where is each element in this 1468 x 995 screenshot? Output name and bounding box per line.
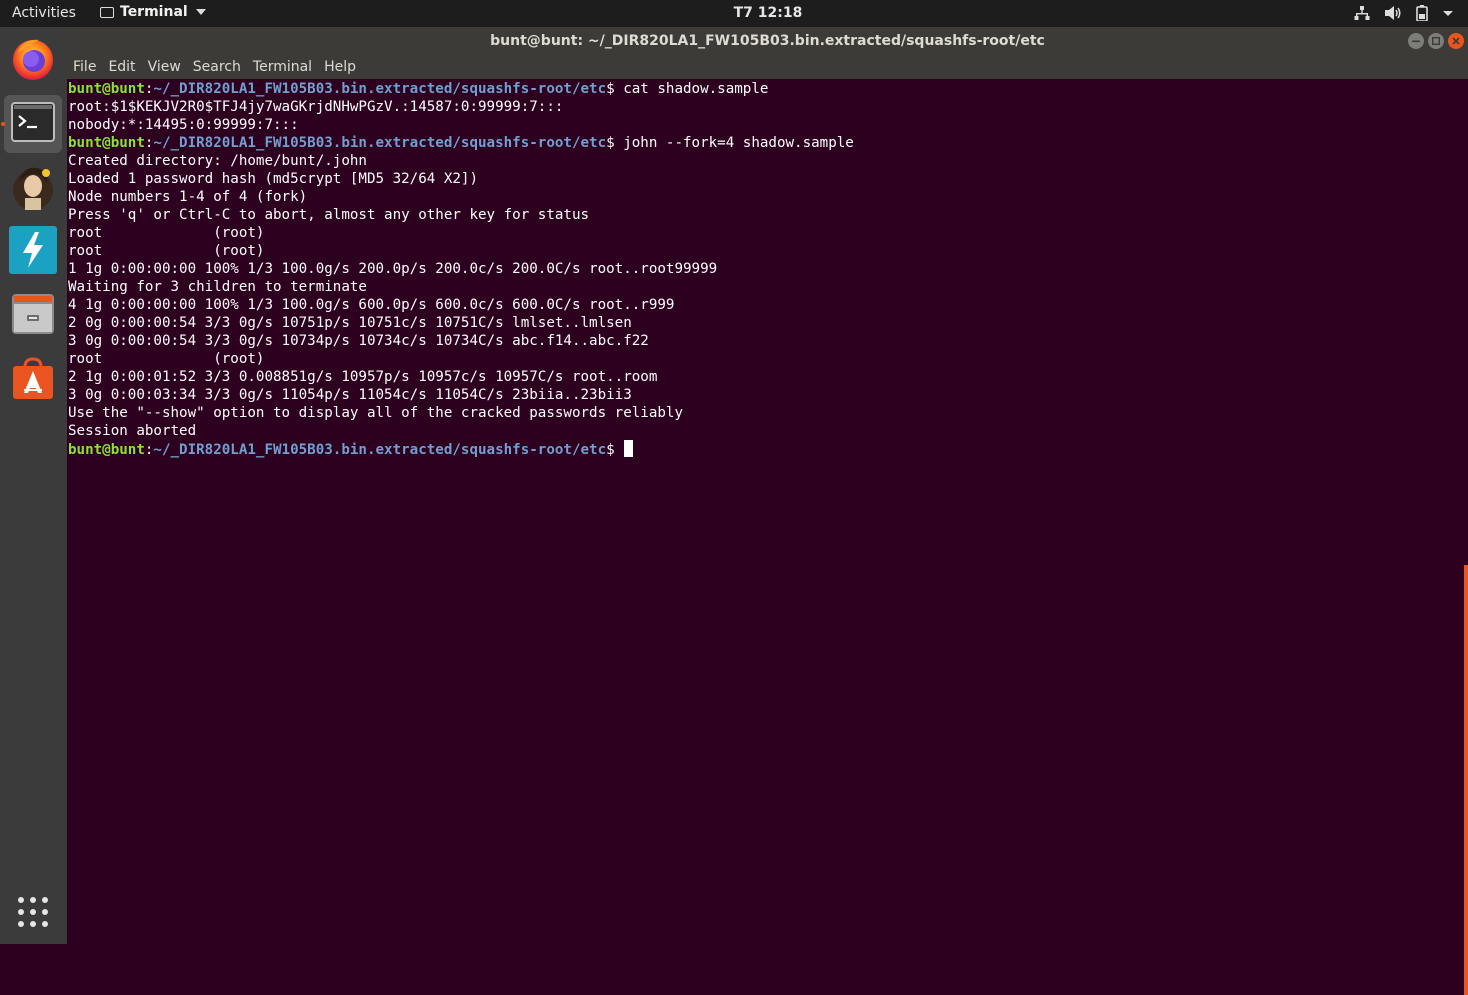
terminal-cursor [624,440,634,457]
menu-search[interactable]: Search [187,55,247,79]
prompt-symbol: $ [606,135,615,151]
maximize-icon [1432,37,1440,45]
terminal-output: bunt@bunt:~/_DIR820LA1_FW105B03.bin.extr… [68,80,854,458]
dock-item-firefox[interactable] [4,31,62,89]
files-icon [10,291,56,341]
prompt-user-host: bunt@bunt [68,135,145,151]
terminal-output-line: 2 0g 0:00:00:54 3/3 0g/s 10751p/s 10751c… [68,315,632,331]
command-text: cat shadow.sample [614,81,769,97]
command-text [615,442,624,458]
dock-item-terminal[interactable] [1,95,62,153]
clock[interactable]: T7 12:18 [0,5,1468,21]
window-title: bunt@bunt: ~/_DIR820LA1_FW105B03.bin.ext… [490,33,1045,49]
terminal-output-line: root (root) [68,351,265,367]
terminal-prompt-line: bunt@bunt:~/_DIR820LA1_FW105B03.bin.extr… [68,440,854,458]
user-avatar-app-icon [9,162,57,214]
terminal-output-line: 4 1g 0:00:00:00 100% 1/3 100.0g/s 600.0p… [68,297,675,313]
minimize-icon [1412,40,1420,43]
terminal-scrollbar[interactable] [1464,565,1468,995]
prompt-symbol: $ [606,442,615,458]
dock [0,27,67,944]
terminal-output-line: Session aborted [68,423,197,439]
menu-help[interactable]: Help [318,55,362,79]
software-store-icon [10,355,56,405]
terminal-output-line: 2 1g 0:00:01:52 3/3 0.008851g/s 10957p/s… [68,369,658,385]
dock-item-bolt-app[interactable] [4,223,62,281]
running-indicator [1,122,5,126]
firefox-icon [9,34,57,86]
maximize-button[interactable] [1428,33,1444,49]
system-tray[interactable] [1354,5,1454,21]
terminal-icon [11,102,55,146]
top-bar: Activities Terminal T7 12:18 [0,0,1468,27]
terminal-output-line: Waiting for 3 children to terminate [68,279,367,295]
command-text: john --fork=4 shadow.sample [614,135,854,151]
terminal-output-line: Loaded 1 password hash (md5crypt [MD5 32… [68,171,478,187]
terminal-output-line: root (root) [68,225,265,241]
network-icon[interactable] [1354,5,1370,21]
menu-terminal[interactable]: Terminal [247,55,318,79]
terminal-prompt-line: bunt@bunt:~/_DIR820LA1_FW105B03.bin.extr… [68,134,854,152]
close-button[interactable] [1448,33,1464,49]
volume-icon[interactable] [1384,5,1402,21]
window-titlebar[interactable]: bunt@bunt: ~/_DIR820LA1_FW105B03.bin.ext… [67,27,1468,55]
dock-item-files[interactable] [4,287,62,345]
show-applications-button[interactable] [16,895,50,929]
terminal-output-line: 3 0g 0:00:00:54 3/3 0g/s 10734p/s 10734c… [68,333,649,349]
dock-item-user-app[interactable] [4,159,62,217]
menu-view[interactable]: View [142,55,187,79]
prompt-user-host: bunt@bunt [68,442,145,458]
dock-item-software[interactable] [4,351,62,409]
terminal-output-line: Press 'q' or Ctrl-C to abort, almost any… [68,207,590,223]
system-menu-caret-icon[interactable] [1442,5,1454,21]
terminal-area[interactable]: bunt@bunt:~/_DIR820LA1_FW105B03.bin.extr… [67,79,1468,995]
window-controls [1408,33,1464,49]
prompt-cwd: ~/_DIR820LA1_FW105B03.bin.extracted/squa… [153,135,607,151]
menu-bar: File Edit View Search Terminal Help [67,55,1468,79]
battery-icon[interactable] [1416,5,1428,21]
terminal-window: bunt@bunt: ~/_DIR820LA1_FW105B03.bin.ext… [67,27,1468,995]
terminal-output-line: root (root) [68,243,265,259]
prompt-cwd: ~/_DIR820LA1_FW105B03.bin.extracted/squa… [153,442,607,458]
terminal-prompt-line: bunt@bunt:~/_DIR820LA1_FW105B03.bin.extr… [68,80,854,98]
terminal-output-line: 1 1g 0:00:00:00 100% 1/3 100.0g/s 200.0p… [68,261,718,277]
bolt-app-icon [9,226,57,278]
terminal-output-line: Node numbers 1-4 of 4 (fork) [68,189,308,205]
prompt-cwd: ~/_DIR820LA1_FW105B03.bin.extracted/squa… [153,81,607,97]
terminal-output-line: Created directory: /home/bunt/.john [68,153,367,169]
terminal-output-line: root:$1$KEKJV2R0$TFJ4jy7waGKrjdNHwPGzV.:… [68,99,564,115]
show-applications-icon [16,897,50,933]
menu-edit[interactable]: Edit [102,55,141,79]
terminal-output-line: 3 0g 0:00:03:34 3/3 0g/s 11054p/s 11054c… [68,387,632,403]
close-icon [1452,37,1460,45]
menu-file[interactable]: File [67,55,102,79]
minimize-button[interactable] [1408,33,1424,49]
terminal-output-line: Use the "--show" option to display all o… [68,405,683,421]
prompt-symbol: $ [606,81,615,97]
terminal-output-line: nobody:*:14495:0:99999:7::: [68,117,299,133]
prompt-user-host: bunt@bunt [68,81,145,97]
